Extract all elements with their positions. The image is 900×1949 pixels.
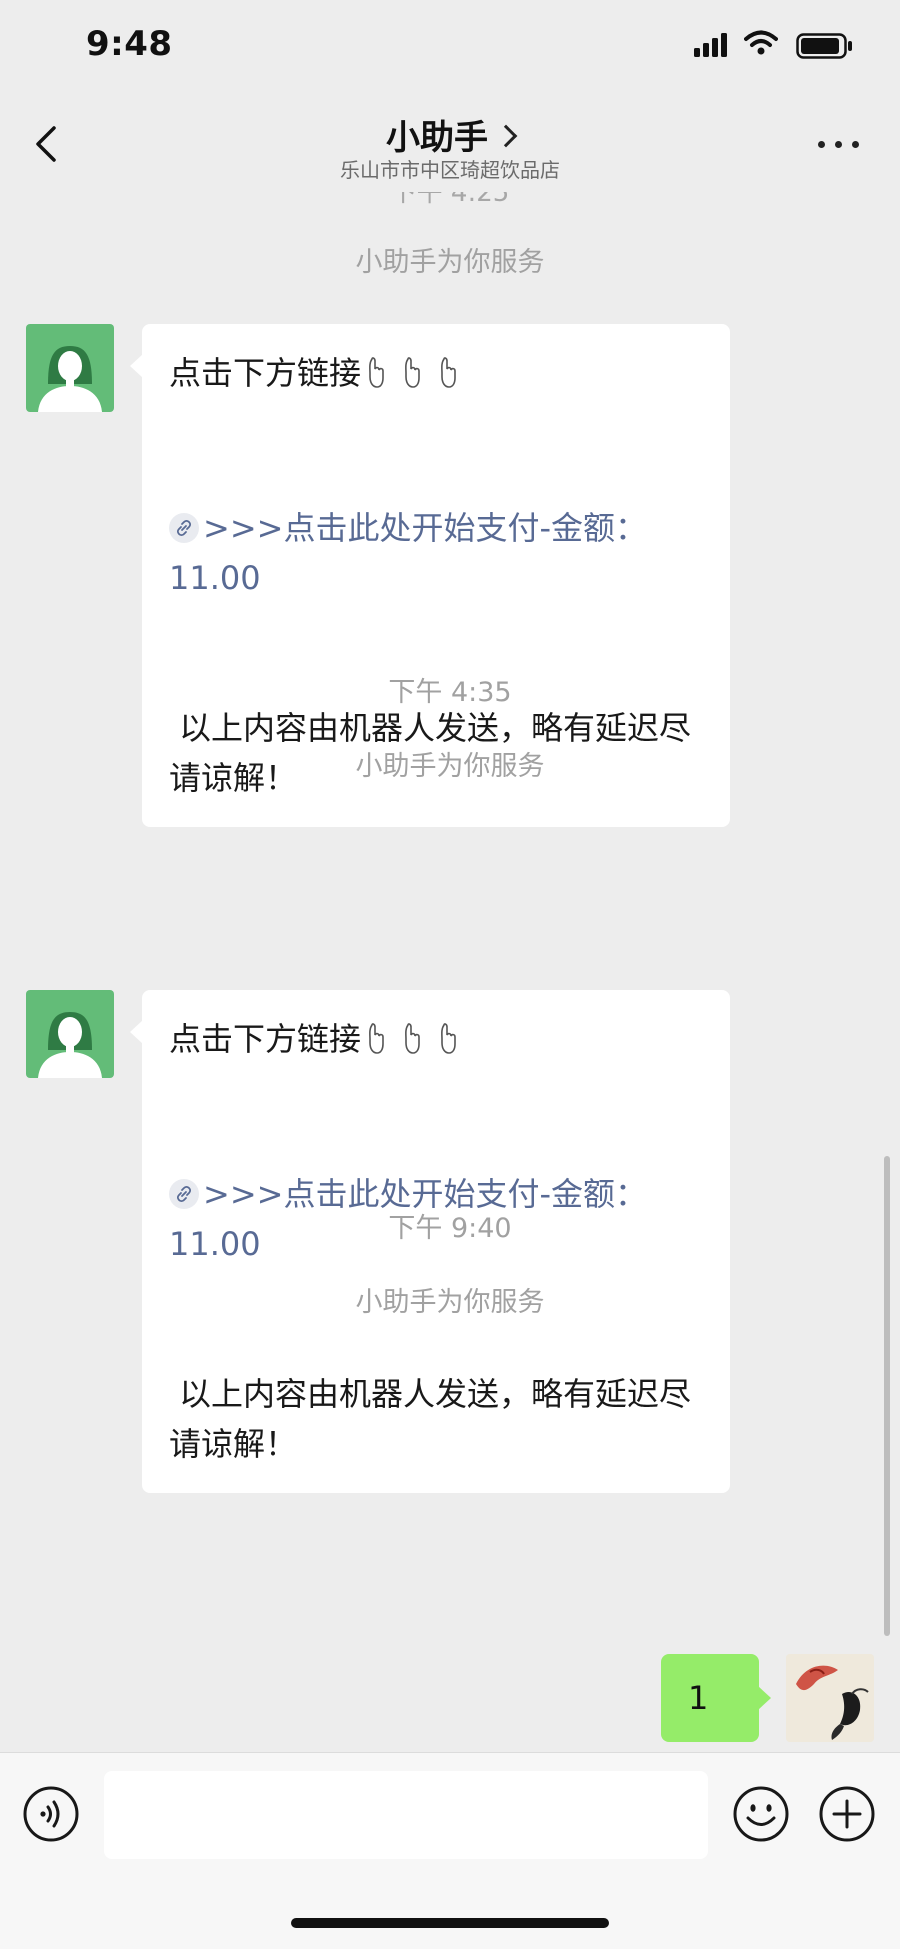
- status-bar: 9:48: [0, 0, 900, 100]
- pointing-down-hand-icon: [437, 1019, 459, 1069]
- pointing-down-hand-icon: [365, 353, 387, 403]
- plus-icon: [819, 1786, 875, 1842]
- chat-scrollbar[interactable]: [884, 1156, 890, 1636]
- message-line: 点击下方链接: [169, 1014, 704, 1069]
- chevron-right-icon: [494, 124, 518, 148]
- message-input[interactable]: [104, 1771, 708, 1859]
- emoji-icon: [733, 1786, 789, 1842]
- payment-link-text[interactable]: >>>点击此处开始支付-金额：11.00: [169, 509, 647, 597]
- system-message: 小助手为你服务: [355, 751, 545, 782]
- koi-fish-avatar-icon: [786, 1654, 874, 1742]
- system-message: 小助手为你服务: [355, 247, 545, 278]
- more-dot-icon: [835, 141, 842, 148]
- plus-button[interactable]: [818, 1785, 876, 1843]
- link-icon: [169, 1179, 199, 1209]
- battery-icon: [796, 33, 852, 59]
- pointing-down-hand-icon: [437, 353, 459, 403]
- status-time: 9:48: [86, 24, 173, 64]
- system-message: 小助手为你服务: [355, 1287, 545, 1318]
- emoji-button[interactable]: [732, 1785, 790, 1843]
- payment-link[interactable]: >>>点击此处开始支付-金额：11.00: [169, 503, 704, 603]
- sent-message-bubble[interactable]: 1: [661, 1654, 771, 1742]
- more-dot-icon: [818, 141, 825, 148]
- chat-subtitle: 乐山市市中区琦超饮品店: [340, 158, 560, 182]
- timestamp: 下午 4:25: [390, 192, 510, 208]
- bot-avatar[interactable]: [26, 324, 114, 412]
- message-footer: 以上内容由机器人发送，略有延迟尽请谅解！: [169, 1375, 692, 1463]
- home-indicator: [291, 1918, 609, 1928]
- timestamp: 下午 4:35: [388, 677, 512, 708]
- chat-area[interactable]: 下午 4:25 小助手为你服务 点击下方链接 >>>点击此处开始支付-金额：11…: [0, 192, 900, 1752]
- user-avatar[interactable]: [786, 1654, 874, 1742]
- person-avatar-icon: [38, 1012, 102, 1078]
- input-bar: [0, 1752, 900, 1949]
- signal-icon: [694, 33, 727, 57]
- timestamp: 下午 9:40: [388, 1213, 512, 1244]
- person-avatar-icon: [38, 346, 102, 412]
- voice-button[interactable]: [22, 1785, 80, 1843]
- more-button[interactable]: [816, 138, 862, 154]
- voice-icon: [23, 1786, 79, 1842]
- bot-avatar[interactable]: [26, 990, 114, 1078]
- chat-title-text: 小助手: [386, 118, 488, 158]
- pointing-down-hand-icon: [401, 1019, 423, 1069]
- message-line: 点击下方链接: [169, 348, 704, 403]
- wifi-icon: [744, 30, 778, 55]
- chat-title[interactable]: 小助手: [0, 110, 900, 159]
- pointing-down-hand-icon: [401, 353, 423, 403]
- link-icon: [169, 513, 199, 543]
- pointing-down-hand-icon: [365, 1019, 387, 1069]
- nav-bar: 小助手 乐山市市中区琦超饮品店: [0, 100, 900, 192]
- more-dot-icon: [852, 141, 859, 148]
- message-text: 点击下方链接: [169, 354, 362, 392]
- message-text: 点击下方链接: [169, 1020, 362, 1058]
